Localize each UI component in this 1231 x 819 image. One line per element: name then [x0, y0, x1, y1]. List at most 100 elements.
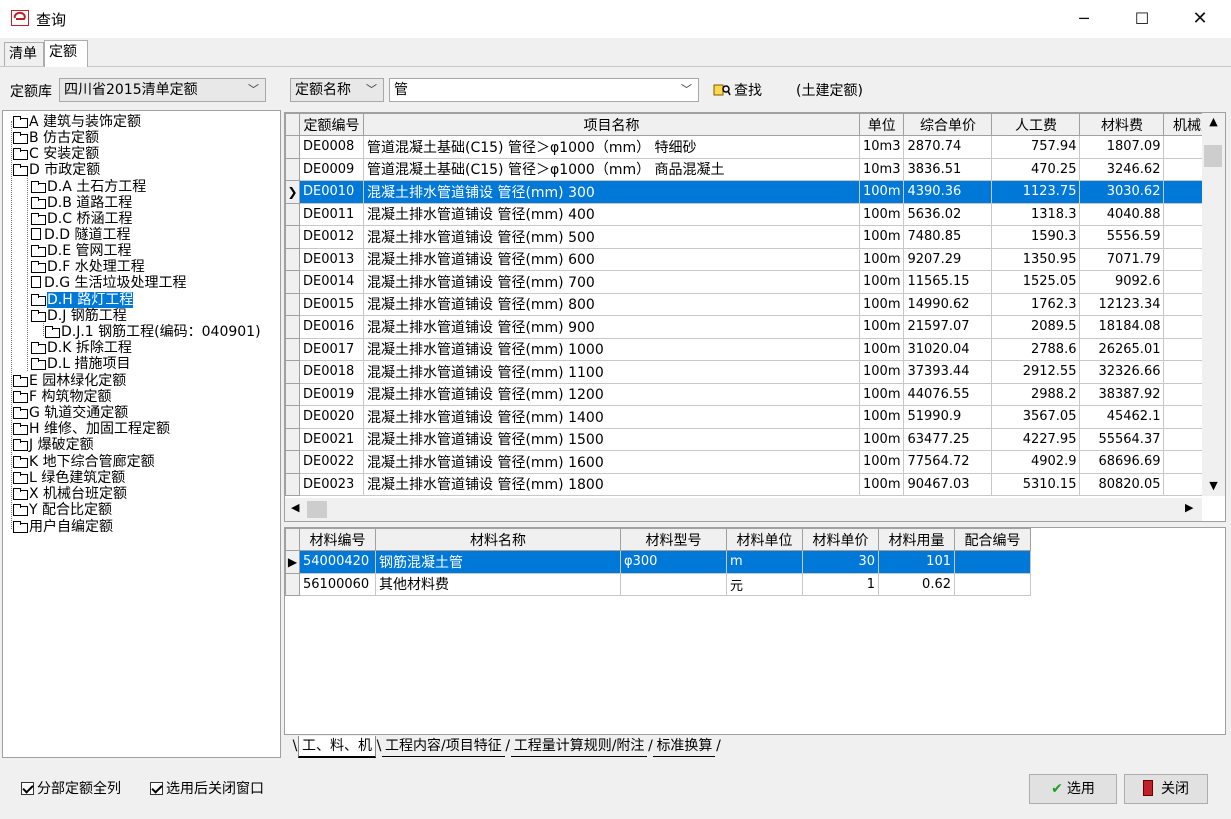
table-row[interactable]: DE0014 混凝土排水管道铺设 管径(mm) 700 100m 11565.15 15… — [285, 270, 1225, 294]
quota-grid[interactable]: 定额编号 项目名称 单位 综合单价 人工费 材料费 机械费 DE0008 管道混凝… — [284, 112, 1226, 522]
table-row[interactable]: 56100060 其他材料费 元 1 0.62 — [285, 572, 1031, 596]
close-button[interactable]: 关闭 — [1124, 774, 1208, 804]
cell-unit: 100m — [858, 292, 905, 316]
tree-node[interactable]: D.D 隧道工程 — [31, 227, 130, 243]
column-header[interactable]: 配合编号 — [954, 528, 1031, 551]
tree-node[interactable]: D.A 土石方工程 — [31, 179, 146, 195]
tab-dinge[interactable]: 定额 — [44, 40, 88, 67]
table-row[interactable]: DE0013 混凝土排水管道铺设 管径(mm) 600 100m 9207.29 135… — [285, 247, 1225, 271]
column-header[interactable]: 材料用量 — [878, 528, 955, 551]
maximize-button[interactable]: ☐ — [1113, 0, 1171, 38]
table-row[interactable]: DE0022 混凝土排水管道铺设 管径(mm) 1600 100m 77564.72 4… — [285, 450, 1225, 474]
minimize-button[interactable]: ─ — [1055, 0, 1113, 38]
table-row-selected[interactable]: ❯ DE0010 混凝土排水管道铺设 管径(mm) 300 100m 4390.36 11… — [285, 180, 1225, 204]
table-row[interactable]: DE0016 混凝土排水管道铺设 管径(mm) 900 100m 21597.07 20… — [285, 315, 1225, 339]
close-window-button[interactable]: ✕ — [1171, 0, 1229, 38]
scroll-thumb[interactable] — [1204, 145, 1222, 167]
table-row[interactable]: DE0009 管道混凝土基础(C15) 管径＞φ1000（mm） 商品混凝土 10m… — [285, 157, 1225, 181]
table-row[interactable]: DE0008 管道混凝土基础(C15) 管径＞φ1000（mm） 特细砂 10m3 2… — [285, 135, 1225, 159]
tree-node-selected[interactable]: D.H 路灯工程 — [31, 292, 134, 308]
cell-code: DE0020 — [299, 405, 364, 429]
cell-price: 77564.72 — [903, 450, 993, 474]
tab-standard-conversion[interactable]: 标准换算 — [653, 736, 716, 757]
find-button[interactable]: 查找 — [713, 80, 762, 102]
tree-node[interactable]: L 绿色建筑定额 — [13, 470, 125, 486]
cell-mix — [954, 572, 1031, 596]
tree-node[interactable]: D.G 生活垃圾处理工程 — [31, 275, 187, 291]
tree-node[interactable]: K 地下综合管廊定额 — [13, 454, 155, 470]
column-header[interactable]: 单位 — [858, 113, 905, 136]
tab-work-content[interactable]: 工程内容/项目特征 — [382, 736, 505, 757]
tree-node[interactable]: D.C 桥涵工程 — [31, 211, 132, 227]
quota-tree[interactable]: A 建筑与装饰定额 B 仿古定额 C 安装定额 D 市政定额 D.A 土石方工程… — [2, 110, 281, 758]
cell-price: 14990.62 — [903, 292, 993, 316]
tree-node[interactable]: D.E 管网工程 — [31, 243, 132, 259]
table-row[interactable]: DE0021 混凝土排水管道铺设 管径(mm) 1500 100m 63477.25 4… — [285, 427, 1225, 451]
vertical-scrollbar[interactable]: ▲ ▼ — [1202, 113, 1225, 496]
tree-node[interactable]: D.J.1 钢筋工程(编码：040901) — [45, 324, 261, 340]
table-row[interactable]: DE0020 混凝土排水管道铺设 管径(mm) 1400 100m 51990.9 35… — [285, 405, 1225, 429]
column-header[interactable]: 材料名称 — [375, 528, 621, 551]
column-header[interactable]: 材料费 — [1079, 113, 1165, 136]
library-select[interactable]: 四川省2015清单定额 ﹀ — [59, 78, 266, 102]
tree-node[interactable]: H 维修、加固工程定额 — [13, 421, 170, 437]
tree-node[interactable]: C 安装定额 — [13, 146, 99, 162]
cell-labor: 1123.75 — [991, 180, 1081, 204]
tree-node[interactable]: X 机械台班定额 — [13, 486, 127, 502]
folder-icon — [31, 245, 46, 257]
chevron-down-icon: ﹀ — [681, 83, 692, 96]
tab-labor-material-machine[interactable]: 工、料、机 — [298, 736, 376, 758]
horizontal-scrollbar[interactable]: ◀ ▶ — [285, 498, 1202, 521]
tree-node[interactable]: J 爆破定额 — [13, 437, 94, 453]
table-row[interactable]: DE0017 混凝土排水管道铺设 管径(mm) 1000 100m 31020.04 2… — [285, 337, 1225, 361]
list-all-checkbox[interactable]: 分部定额全列 — [21, 780, 121, 798]
cell-name: 混凝土排水管道铺设 管径(mm) 800 — [363, 292, 860, 316]
tree-node[interactable]: A 建筑与装饰定额 — [13, 114, 141, 130]
find-icon — [713, 84, 731, 96]
tree-node[interactable]: D.J 钢筋工程 — [31, 308, 127, 324]
column-header[interactable]: 人工费 — [991, 113, 1081, 136]
column-header[interactable]: 项目名称 — [363, 113, 860, 136]
table-row-selected[interactable]: ▶ 54000420 钢筋混凝土管 φ300 m 30 101 — [285, 550, 1031, 574]
scroll-thumb[interactable] — [307, 501, 327, 518]
tree-node[interactable]: G 轨道交通定额 — [13, 405, 128, 421]
scroll-down-icon[interactable]: ▼ — [1202, 479, 1225, 492]
tab-calc-rules[interactable]: 工程量计算规则/附注 — [510, 736, 648, 757]
column-header[interactable]: 材料单位 — [726, 528, 803, 551]
tree-node[interactable]: D.B 道路工程 — [31, 195, 132, 211]
column-header[interactable]: 材料型号 — [620, 528, 727, 551]
tree-node[interactable]: D.K 拆除工程 — [31, 340, 132, 356]
scroll-right-icon[interactable]: ▶ — [1185, 501, 1193, 514]
column-header[interactable]: 定额编号 — [299, 113, 364, 136]
tree-node[interactable]: D 市政定额 — [13, 162, 100, 178]
select-button[interactable]: ✔ 选用 — [1029, 774, 1117, 804]
column-header[interactable]: 综合单价 — [903, 113, 993, 136]
tree-node[interactable]: F 构筑物定额 — [13, 389, 112, 405]
tree-node[interactable]: 用户自编定额 — [13, 519, 113, 535]
tree-node[interactable]: Y 配合比定额 — [13, 502, 112, 518]
folder-icon — [31, 197, 46, 209]
close-after-select-checkbox[interactable]: 选用后关闭窗口 — [150, 780, 264, 798]
row-indicator — [285, 135, 300, 159]
tree-node[interactable]: B 仿古定额 — [13, 130, 99, 146]
material-grid[interactable]: 材料编号 材料名称 材料型号 材料单位 材料单价 材料用量 配合编号 ▶ 5400… — [284, 527, 1226, 735]
cell-material: 9092.6 — [1079, 270, 1165, 294]
column-header[interactable]: 材料编号 — [299, 528, 376, 551]
table-row[interactable]: DE0012 混凝土排水管道铺设 管径(mm) 500 100m 7480.85 159… — [285, 225, 1225, 249]
search-field-select[interactable]: 定额名称 ﹀ — [290, 78, 384, 102]
scroll-up-icon[interactable]: ▲ — [1202, 115, 1225, 128]
cell-name: 混凝土排水管道铺设 管径(mm) 1100 — [363, 360, 860, 384]
table-row[interactable]: DE0019 混凝土排水管道铺设 管径(mm) 1200 100m 44076.55 2… — [285, 382, 1225, 406]
scroll-left-icon[interactable]: ◀ — [291, 501, 299, 514]
table-row[interactable]: DE0015 混凝土排水管道铺设 管径(mm) 800 100m 14990.62 17… — [285, 292, 1225, 316]
table-row[interactable]: DE0018 混凝土排水管道铺设 管径(mm) 1100 100m 37393.44 2… — [285, 360, 1225, 384]
tab-qingdan[interactable]: 清单 — [4, 42, 44, 66]
table-row[interactable]: DE0023 混凝土排水管道铺设 管径(mm) 1800 100m 90467.03 5… — [285, 472, 1225, 496]
table-row[interactable]: DE0011 混凝土排水管道铺设 管径(mm) 400 100m 5636.02 131… — [285, 202, 1225, 226]
column-header[interactable]: 材料单价 — [802, 528, 879, 551]
tree-node[interactable]: E 园林绿化定额 — [13, 373, 126, 389]
tree-node[interactable]: D.F 水处理工程 — [31, 259, 145, 275]
tree-node[interactable]: D.L 措施项目 — [31, 356, 130, 372]
row-indicator — [285, 382, 300, 406]
search-input[interactable]: 管 ﹀ — [389, 78, 699, 102]
